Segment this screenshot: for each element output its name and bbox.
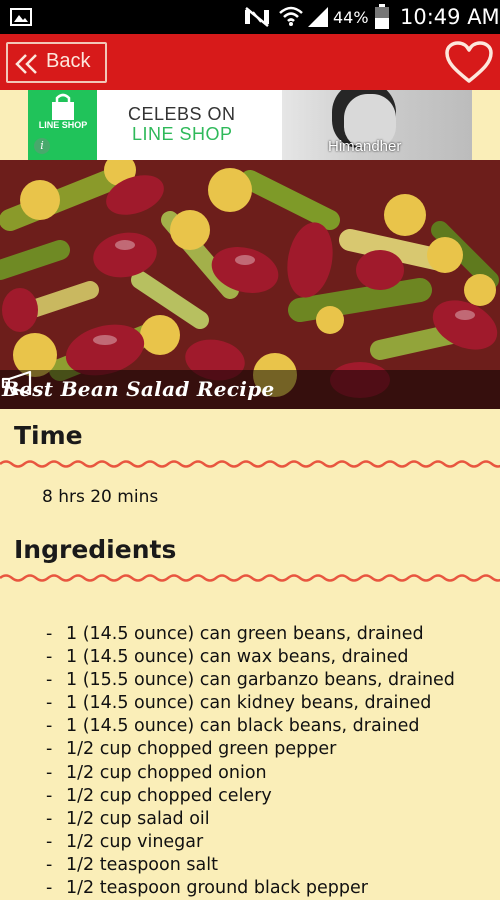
ingredient-text: 1/2 cup chopped green pepper bbox=[66, 739, 337, 760]
ingredient-text: 1/2 cup vinegar bbox=[66, 831, 204, 852]
ingredient-text: 1/2 cup chopped onion bbox=[66, 762, 267, 783]
time-value: 8 hrs 20 mins bbox=[42, 487, 159, 507]
recipe-photo: Best Bean Salad Recipe bbox=[0, 160, 500, 409]
wifi-icon bbox=[279, 6, 303, 26]
ingredients-heading: Ingredients bbox=[14, 535, 177, 564]
recipe-title: Best Bean Salad Recipe bbox=[2, 377, 275, 401]
ingredient-item: -1/2 cup chopped onion bbox=[46, 762, 455, 785]
ad-headline-2: LINE SHOP bbox=[132, 124, 233, 144]
ad-caption: Himandher bbox=[328, 138, 402, 155]
ingredient-item: -1/2 cup chopped celery bbox=[46, 785, 455, 808]
ingredient-item: -1 (15.5 ounce) can garbanzo beans, drai… bbox=[46, 669, 455, 692]
ingredient-text: 1 (14.5 ounce) can kidney beans, drained bbox=[66, 693, 432, 714]
ad-banner[interactable]: LINE SHOP i CELEBS ON LINE SHOP Himandhe… bbox=[28, 90, 472, 160]
bullet-dash: - bbox=[46, 854, 53, 875]
bullet-dash: - bbox=[46, 785, 53, 806]
ad-logo-text: LINE SHOP bbox=[38, 120, 88, 130]
bullet-dash: - bbox=[46, 716, 53, 737]
ingredient-text: 1 (15.5 ounce) can garbanzo beans, drain… bbox=[66, 670, 455, 691]
back-label: Back bbox=[46, 50, 91, 72]
megaphone-icon[interactable] bbox=[0, 370, 38, 396]
ingredient-item: -1 (14.5 ounce) can wax beans, drained bbox=[46, 646, 455, 669]
signal-icon bbox=[308, 7, 328, 27]
ingredient-text: 1/2 cup salad oil bbox=[66, 808, 210, 829]
gallery-icon bbox=[10, 8, 32, 26]
ingredient-item: -1/2 cup chopped green pepper bbox=[46, 738, 455, 761]
time-heading: Time bbox=[14, 421, 83, 450]
battery-icon bbox=[375, 4, 389, 29]
bullet-dash: - bbox=[46, 808, 53, 829]
ingredient-item: -1/2 cup salad oil bbox=[46, 808, 455, 831]
ingredient-item: -1 (14.5 ounce) can black beans, drained bbox=[46, 715, 455, 738]
ingredient-text: 1/2 cup chopped celery bbox=[66, 785, 272, 806]
ad-photo: Himandher bbox=[282, 90, 472, 160]
app-bar: Back bbox=[0, 34, 500, 90]
ad-headline-1: CELEBS ON bbox=[128, 104, 236, 124]
hero-caption-bar: Best Bean Salad Recipe bbox=[0, 370, 500, 409]
bullet-dash: - bbox=[46, 739, 53, 760]
bullet-dash: - bbox=[46, 693, 53, 714]
ingredient-item: -1 (14.5 ounce) can green beans, drained bbox=[46, 623, 455, 646]
bullet-dash: - bbox=[46, 624, 53, 644]
ingredient-text: 1/2 teaspoon ground black pepper bbox=[66, 878, 368, 899]
ingredient-text: 1 (14.5 ounce) can wax beans, drained bbox=[66, 647, 409, 668]
double-chevron-left-icon bbox=[15, 54, 37, 74]
status-bar: 44% 10:49 AM bbox=[0, 0, 500, 34]
bullet-dash: - bbox=[46, 647, 53, 668]
mute-icon bbox=[245, 7, 269, 27]
battery-percent: 44% bbox=[333, 8, 369, 27]
ingredient-item: -1 (14.5 ounce) can kidney beans, draine… bbox=[46, 692, 455, 715]
line-shop-logo: LINE SHOP i bbox=[28, 90, 97, 160]
shopping-bag-icon bbox=[52, 93, 74, 120]
bullet-dash: - bbox=[46, 762, 53, 783]
ingredient-text: 1/2 teaspoon salt bbox=[66, 854, 218, 875]
info-icon[interactable]: i bbox=[34, 138, 50, 154]
bullet-dash: - bbox=[46, 670, 53, 691]
ingredient-text: 1 (14.5 ounce) can green beans, drained bbox=[66, 624, 424, 644]
wavy-divider bbox=[0, 460, 500, 468]
bullet-dash: - bbox=[46, 831, 53, 852]
clock: 10:49 AM bbox=[400, 5, 500, 29]
ingredient-item: -1/2 teaspoon salt bbox=[46, 854, 455, 877]
ingredient-list: -1 (14.5 ounce) can green beans, drained… bbox=[46, 623, 455, 900]
ingredient-item: -1/2 cup vinegar bbox=[46, 831, 455, 854]
wavy-divider bbox=[0, 574, 500, 582]
heart-outline-icon[interactable] bbox=[444, 41, 494, 85]
back-button[interactable]: Back bbox=[6, 42, 107, 83]
ingredient-text: 1 (14.5 ounce) can black beans, drained bbox=[66, 716, 420, 737]
